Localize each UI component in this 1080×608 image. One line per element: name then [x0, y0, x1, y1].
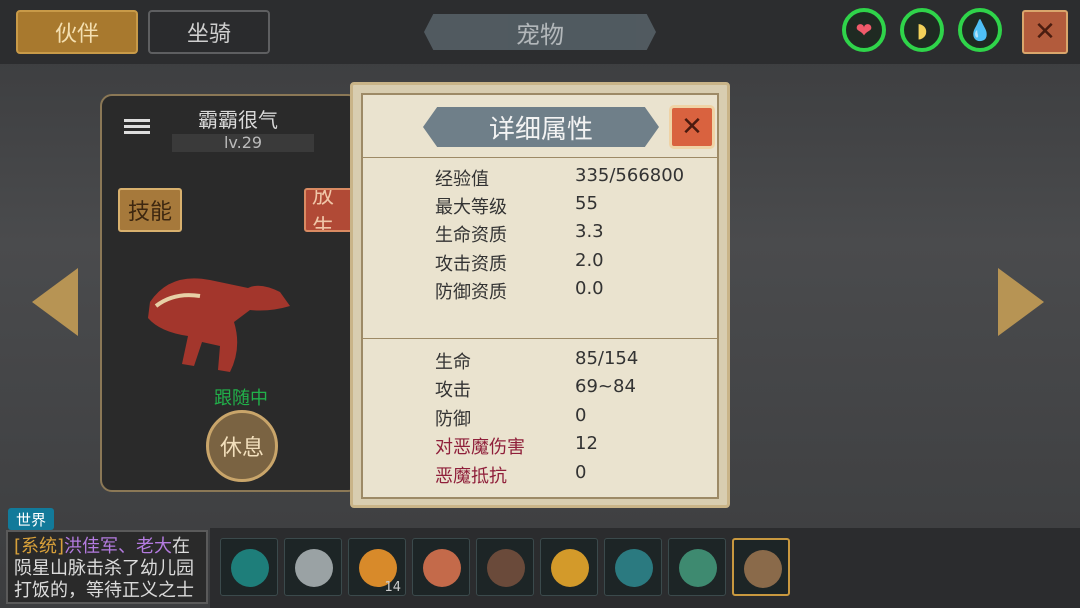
hotbar-slot[interactable]	[604, 538, 662, 596]
chat-box[interactable]: [系统]洪佳军、老大在陨星山脉击杀了幼儿园打饭的，等待正义之士	[6, 530, 208, 604]
attr-value: 335/566800	[575, 165, 685, 186]
portal-item-icon	[231, 549, 269, 587]
attr-key: 生命资质	[435, 225, 507, 246]
page-title: 宠物	[424, 14, 656, 50]
crystal-pickaxe-item-icon	[615, 549, 653, 587]
dialog-close-button[interactable]: ✕	[669, 105, 715, 149]
dialog-body: 详细属性 ✕ 经验值 335/566800 最大等级 55 生命资质 3.3 攻击资质…	[361, 93, 719, 499]
staff-item-icon	[679, 549, 717, 587]
hotbar-slot[interactable]	[412, 538, 470, 596]
system-tag: [系统]	[14, 536, 65, 557]
spear-item-icon	[744, 550, 782, 588]
tab-mount[interactable]: 坐骑	[148, 10, 270, 54]
divider	[363, 157, 717, 158]
stat-value: 69~84	[575, 376, 636, 397]
attr-value: 55	[575, 193, 598, 214]
hotbar-slot[interactable]	[732, 538, 790, 596]
attr-key: 经验值	[435, 169, 489, 190]
heart-icon[interactable]: ❤	[842, 8, 886, 52]
disc-item-icon	[295, 549, 333, 587]
stat-value: 0	[575, 462, 587, 483]
release-button[interactable]: 放生	[304, 188, 356, 232]
stat-value: 0	[575, 405, 587, 426]
stat-key: 恶魔抵抗	[435, 466, 507, 487]
heart-glyph: ❤	[855, 18, 873, 42]
hotbar-slot[interactable]: 14	[348, 538, 406, 596]
detail-attributes-dialog: 详细属性 ✕ 经验值 335/566800 最大等级 55 生命资质 3.3 攻击资质…	[350, 82, 730, 508]
hotbar-slot[interactable]	[284, 538, 342, 596]
pet-name: 霸霸很气	[198, 108, 278, 132]
pet-level: lv.29	[172, 134, 314, 152]
hotbar-slot[interactable]	[476, 538, 534, 596]
stat-key: 防御	[435, 409, 471, 430]
stat-key: 生命	[435, 352, 471, 373]
stat-key: 对恶魔伤害	[435, 437, 525, 458]
water-drop-icon[interactable]: 💧	[958, 8, 1002, 52]
stat-key: 攻击	[435, 380, 471, 401]
item-count: 14	[384, 580, 401, 595]
attr-key: 防御资质	[435, 282, 507, 303]
hotbar-slot[interactable]	[220, 538, 278, 596]
stat-value: 12	[575, 433, 598, 454]
player-names: 洪佳军、老大	[64, 536, 173, 557]
list-icon[interactable]	[124, 116, 150, 136]
close-button[interactable]: ✕	[1022, 10, 1068, 54]
divider	[363, 338, 717, 339]
attr-key: 最大等级	[435, 197, 507, 218]
stat-value: 85/154	[575, 348, 639, 369]
banana-item-icon	[551, 549, 589, 587]
attr-value: 2.0	[575, 250, 604, 271]
meat-item-icon	[423, 549, 461, 587]
attr-value: 3.3	[575, 221, 604, 242]
attr-value: 0.0	[575, 278, 604, 299]
next-arrow-icon[interactable]	[998, 268, 1044, 336]
hotbar-slot[interactable]	[668, 538, 726, 596]
banana-glyph: ◗	[916, 18, 928, 42]
skill-button[interactable]: 技能	[118, 188, 182, 232]
dinosaur-pet-image	[148, 278, 290, 372]
attr-key: 攻击资质	[435, 254, 507, 275]
previous-arrow-icon[interactable]	[32, 268, 78, 336]
tab-companion[interactable]: 伙伴	[16, 10, 138, 54]
water-glyph: 💧	[967, 18, 993, 42]
follow-status: 跟随中	[214, 388, 268, 409]
chat-channel-badge[interactable]: 世界	[8, 508, 54, 530]
dialog-title: 详细属性	[423, 107, 659, 147]
banana-icon[interactable]: ◗	[900, 8, 944, 52]
pickaxe-item-icon	[487, 549, 525, 587]
hotbar-slot[interactable]	[540, 538, 598, 596]
rest-button[interactable]: 休息	[206, 410, 278, 482]
